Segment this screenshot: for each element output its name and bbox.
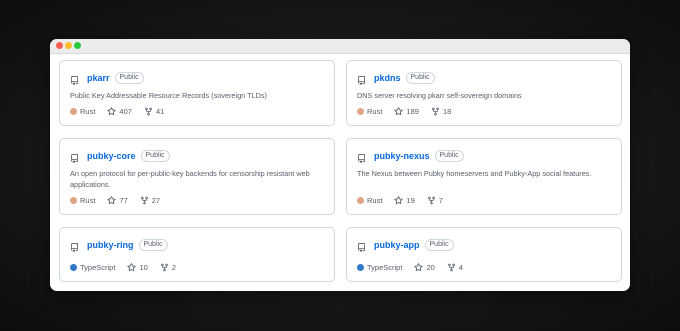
stars-count: 189 (406, 106, 419, 116)
repo-icon (70, 73, 79, 85)
forks-link[interactable]: 27 (140, 196, 160, 205)
language-color-dot (357, 196, 364, 204)
repo-name-link[interactable]: pubky-core (87, 151, 136, 161)
visibility-badge: Public (434, 150, 464, 162)
stars-link[interactable]: 10 (127, 262, 148, 272)
language-info: Rust (357, 196, 382, 205)
language-info: TypeScript (357, 263, 402, 272)
forks-link[interactable]: 7 (427, 196, 443, 205)
repo-card-pkdns: pkdns Public DNS server resolving pkarr … (346, 60, 622, 126)
fork-icon (144, 107, 153, 116)
repo-name-link[interactable]: pubky-nexus (374, 151, 430, 161)
minimize-window-button[interactable] (65, 42, 72, 49)
stars-link[interactable]: 20 (414, 262, 435, 272)
star-icon (394, 106, 404, 116)
language-info: Rust (70, 107, 95, 116)
repo-icon (70, 151, 79, 163)
fork-icon (427, 196, 436, 205)
visibility-badge: Public (138, 239, 168, 251)
maximize-window-button[interactable] (74, 42, 81, 49)
stars-link[interactable]: 189 (394, 107, 419, 116)
repo-icon (357, 240, 366, 252)
fork-icon (431, 107, 440, 116)
forks-link[interactable]: 18 (431, 107, 451, 116)
stars-count: 10 (139, 262, 148, 272)
repo-description: The Nexus between Pubky homeservers and … (357, 169, 592, 178)
repo-name-link[interactable]: pubky-app (374, 240, 420, 250)
forks-count: 7 (438, 195, 443, 205)
forks-count: 41 (155, 106, 165, 116)
forks-count: 27 (151, 195, 161, 205)
repo-card-pubky-app: pubky-app Public TypeScript 20 4 (346, 227, 622, 282)
language-info: TypeScript (70, 263, 115, 272)
stars-link[interactable]: 19 (394, 195, 415, 205)
language-label: Rust (367, 106, 383, 116)
repo-card-pubky-core: pubky-core Public An open protocol for p… (59, 138, 335, 215)
fork-icon (447, 263, 456, 272)
stars-count: 20 (426, 262, 435, 272)
repo-icon (70, 240, 79, 252)
repo-card-header: pubky-core Public (70, 149, 170, 163)
repo-name-link[interactable]: pkarr (87, 73, 110, 83)
repo-card-pkarr: pkarr Public Public Key Addressable Reso… (59, 60, 335, 126)
language-color-dot (357, 107, 364, 115)
language-color-dot (357, 263, 364, 271)
stars-count: 19 (406, 195, 415, 205)
forks-count: 18 (442, 106, 452, 116)
language-label: TypeScript (80, 262, 116, 272)
stars-link[interactable]: 407 (107, 107, 132, 116)
stars-count: 77 (119, 195, 128, 205)
repo-meta: TypeScript 20 4 (357, 262, 475, 272)
visibility-badge: Public (424, 239, 454, 251)
star-icon (414, 262, 424, 272)
forks-count: 4 (458, 262, 463, 272)
forks-count: 2 (171, 262, 176, 272)
repo-description: DNS server resolving pkarr self-sovereig… (357, 91, 522, 100)
stars-link[interactable]: 77 (107, 195, 128, 205)
language-label: Rust (80, 195, 96, 205)
repo-meta: TypeScript 10 2 (70, 262, 188, 272)
repo-icon (357, 73, 366, 85)
forks-link[interactable]: 2 (160, 263, 176, 272)
repo-card-header: pkarr Public (70, 71, 144, 85)
repo-description: An open protocol for per-public-key back… (70, 169, 310, 189)
forks-link[interactable]: 4 (447, 263, 463, 272)
repo-card-pubky-nexus: pubky-nexus Public The Nexus between Pub… (346, 138, 622, 215)
repo-name-link[interactable]: pkdns (374, 73, 401, 83)
repo-card-header: pubky-nexus Public (357, 149, 464, 163)
fork-icon (160, 263, 169, 272)
language-color-dot (70, 263, 77, 271)
browser-window: pkarr Public Public Key Addressable Reso… (50, 39, 630, 291)
close-window-button[interactable] (56, 42, 63, 49)
visibility-badge: Public (114, 72, 144, 84)
language-color-dot (70, 196, 77, 204)
repo-card-pubky-ring: pubky-ring Public TypeScript 10 2 (59, 227, 335, 282)
visibility-badge: Public (405, 72, 435, 84)
star-icon (127, 262, 137, 272)
repo-card-header: pubky-ring Public (70, 238, 168, 252)
visibility-badge: Public (140, 150, 170, 162)
repo-card-header: pkdns Public (357, 71, 435, 85)
repo-meta: Rust 19 7 (357, 195, 455, 205)
language-color-dot (70, 107, 77, 115)
repo-description: Public Key Addressable Resource Records … (70, 91, 267, 100)
star-icon (107, 106, 117, 116)
language-info: Rust (357, 107, 382, 116)
forks-link[interactable]: 41 (144, 107, 164, 116)
repo-icon (357, 151, 366, 163)
language-label: Rust (367, 195, 383, 205)
repo-meta: Rust 407 41 (70, 106, 176, 116)
star-icon (107, 195, 117, 205)
language-label: Rust (80, 106, 96, 116)
window-titlebar (50, 39, 630, 54)
language-info: Rust (70, 196, 95, 205)
stars-count: 407 (119, 106, 132, 116)
repo-name-link[interactable]: pubky-ring (87, 240, 134, 250)
fork-icon (140, 196, 149, 205)
star-icon (394, 195, 404, 205)
language-label: TypeScript (367, 262, 403, 272)
repo-meta: Rust 189 18 (357, 106, 463, 116)
repo-card-header: pubky-app Public (357, 238, 454, 252)
repo-meta: Rust 77 27 (70, 195, 172, 205)
